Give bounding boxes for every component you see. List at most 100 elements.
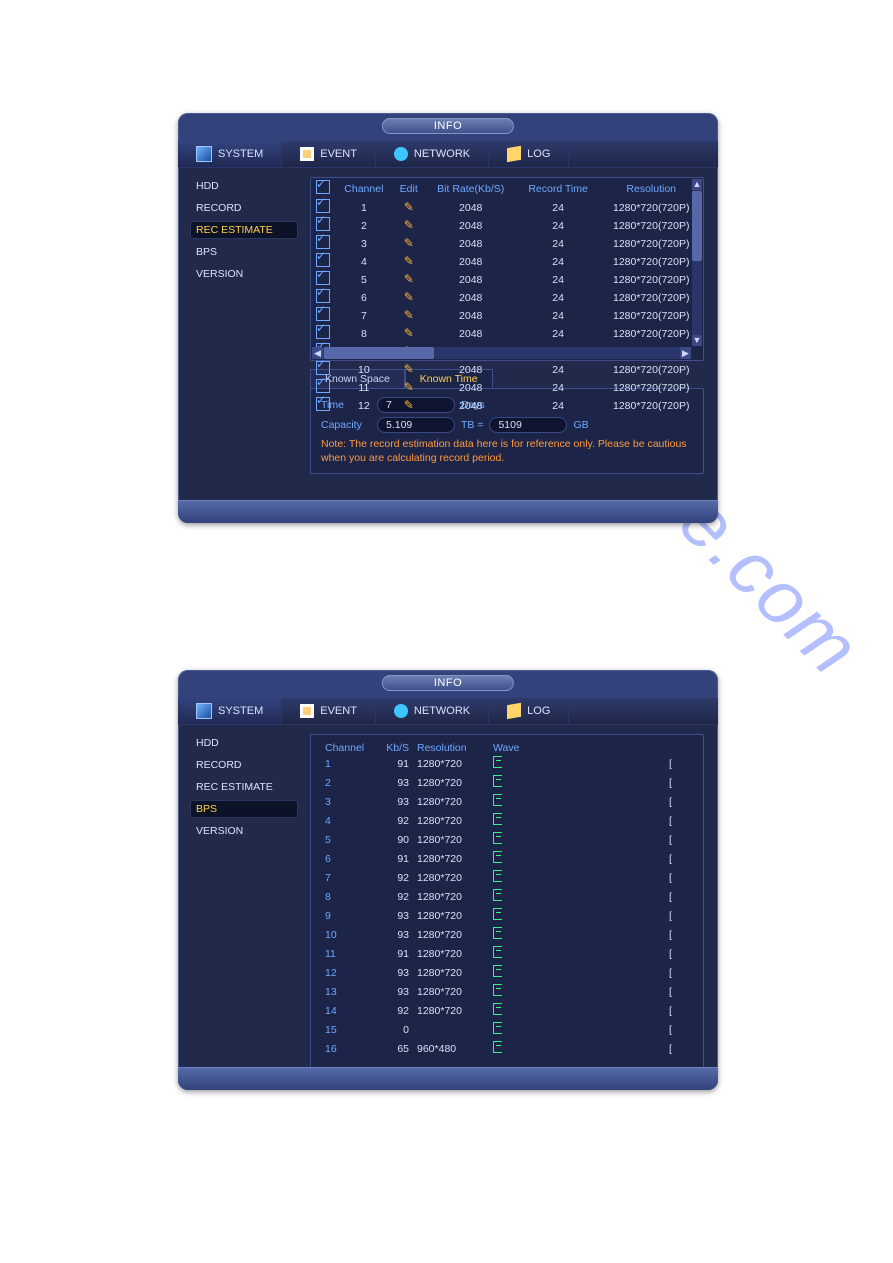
table-row[interactable]: 3✎2048241280*720(720P) (311, 235, 703, 253)
cell-edit[interactable]: ✎ (393, 379, 425, 397)
cell-wave (489, 755, 665, 774)
cell-edit[interactable]: ✎ (393, 361, 425, 379)
sidebar-item-rec-estimate[interactable]: REC ESTIMATE (190, 778, 298, 796)
cell-bracket: [ (665, 983, 693, 1002)
table-row[interactable]: 12✎2048241280*720(720P) (311, 397, 703, 415)
check-icon[interactable] (316, 199, 330, 213)
tab-log[interactable]: LOG (489, 698, 569, 724)
sidebar-item-bps[interactable]: BPS (190, 800, 298, 818)
top-tab-bar: SYSTEM EVENT NETWORK LOG (178, 141, 718, 168)
check-icon[interactable] (316, 253, 330, 267)
table-row[interactable]: 10✎2048241280*720(720P) (311, 361, 703, 379)
cell-wave (489, 1040, 665, 1059)
cell-kbs: 93 (375, 964, 413, 983)
table-row[interactable]: 2✎2048241280*720(720P) (311, 217, 703, 235)
check-icon[interactable] (316, 325, 330, 339)
scroll-down-icon[interactable]: ▼ (692, 335, 702, 346)
check-icon[interactable] (316, 397, 330, 411)
check-icon[interactable] (316, 271, 330, 285)
pencil-icon[interactable]: ✎ (404, 308, 414, 322)
cell-bitrate: 2048 (425, 289, 517, 307)
tab-system[interactable]: SYSTEM (178, 698, 282, 724)
cell-channel: 13 (321, 983, 375, 1002)
pencil-icon[interactable]: ✎ (404, 254, 414, 268)
top-tab-bar: SYSTEM EVENT NETWORK LOG (178, 698, 718, 725)
cell-edit[interactable]: ✎ (393, 271, 425, 289)
sidebar-item-hdd[interactable]: HDD (190, 177, 298, 195)
sidebar-item-record[interactable]: RECORD (190, 199, 298, 217)
row-checkbox[interactable] (311, 397, 335, 415)
cell-edit[interactable]: ✎ (393, 235, 425, 253)
tab-event[interactable]: EVENT (282, 698, 376, 724)
table-row[interactable]: 1✎2048241280*720(720P) (311, 199, 703, 217)
cell-record-time: 24 (517, 217, 600, 235)
pencil-icon[interactable]: ✎ (404, 326, 414, 340)
cell-kbs: 93 (375, 926, 413, 945)
check-icon[interactable] (316, 217, 330, 231)
cell-edit[interactable]: ✎ (393, 289, 425, 307)
gb-input[interactable]: 5109 (489, 417, 567, 433)
check-icon[interactable] (316, 379, 330, 393)
pencil-icon[interactable]: ✎ (404, 272, 414, 286)
cell-kbs: 91 (375, 850, 413, 869)
scroll-up-icon[interactable]: ▲ (692, 179, 702, 190)
cell-edit[interactable]: ✎ (393, 253, 425, 271)
pencil-icon[interactable]: ✎ (404, 362, 414, 376)
cell-wave (489, 793, 665, 812)
table-row[interactable]: 8✎2048241280*720(720P) (311, 325, 703, 343)
check-icon[interactable] (316, 235, 330, 249)
table-row[interactable]: 7✎2048241280*720(720P) (311, 307, 703, 325)
pencil-icon[interactable]: ✎ (404, 236, 414, 250)
table-row[interactable]: 5✎2048241280*720(720P) (311, 271, 703, 289)
tab-log[interactable]: LOG (489, 141, 569, 167)
scroll-right-icon[interactable]: ▶ (680, 347, 691, 359)
cell-resolution: 1280*720 (413, 1002, 489, 1021)
tab-system[interactable]: SYSTEM (178, 141, 282, 167)
cell-bitrate: 2048 (425, 217, 517, 235)
cell-resolution: 1280*720(720P) (599, 253, 703, 271)
cell-edit[interactable]: ✎ (393, 199, 425, 217)
scroll-thumb-h[interactable] (324, 347, 434, 359)
sidebar-item-record[interactable]: RECORD (190, 756, 298, 774)
horizontal-scrollbar[interactable]: ◀ ▶ (312, 347, 691, 359)
cell-record-time: 24 (517, 271, 600, 289)
wave-icon (493, 889, 502, 901)
check-icon[interactable] (316, 307, 330, 321)
pencil-icon[interactable]: ✎ (404, 218, 414, 232)
cell-wave (489, 774, 665, 793)
pencil-icon[interactable]: ✎ (404, 290, 414, 304)
pencil-icon[interactable]: ✎ (404, 380, 414, 394)
cell-edit[interactable]: ✎ (393, 307, 425, 325)
sidebar-item-version[interactable]: VERSION (190, 265, 298, 283)
tab-event[interactable]: EVENT (282, 141, 376, 167)
cell-channel: 9 (321, 907, 375, 926)
capacity-input[interactable]: 5.109 (377, 417, 455, 433)
sidebar-item-rec-estimate[interactable]: REC ESTIMATE (190, 221, 298, 239)
table-row[interactable]: 11✎2048241280*720(720P) (311, 379, 703, 397)
cell-kbs: 91 (375, 945, 413, 964)
wave-icon (493, 1003, 502, 1015)
cell-bracket: [ (665, 926, 693, 945)
vertical-scrollbar[interactable]: ▲ ▼ (692, 179, 702, 346)
pencil-icon[interactable]: ✎ (404, 398, 414, 412)
sidebar-item-hdd[interactable]: HDD (190, 734, 298, 752)
table-row[interactable]: 4✎2048241280*720(720P) (311, 253, 703, 271)
cell-edit[interactable]: ✎ (393, 217, 425, 235)
pencil-icon[interactable]: ✎ (404, 200, 414, 214)
cell-wave (489, 869, 665, 888)
scroll-left-icon[interactable]: ◀ (312, 347, 323, 359)
cell-edit[interactable]: ✎ (393, 397, 425, 415)
header-bitrate: Bit Rate(Kb/S) (425, 178, 517, 199)
tab-network[interactable]: NETWORK (376, 698, 489, 724)
check-icon[interactable] (316, 361, 330, 375)
sidebar-item-bps[interactable]: BPS (190, 243, 298, 261)
check-icon[interactable] (316, 289, 330, 303)
check-all-icon[interactable] (316, 180, 330, 194)
scroll-thumb[interactable] (692, 191, 702, 261)
cell-edit[interactable]: ✎ (393, 325, 425, 343)
cell-resolution: 1280*720(720P) (599, 289, 703, 307)
table-row[interactable]: 6✎2048241280*720(720P) (311, 289, 703, 307)
cell-kbs: 92 (375, 888, 413, 907)
sidebar-item-version[interactable]: VERSION (190, 822, 298, 840)
tab-network[interactable]: NETWORK (376, 141, 489, 167)
